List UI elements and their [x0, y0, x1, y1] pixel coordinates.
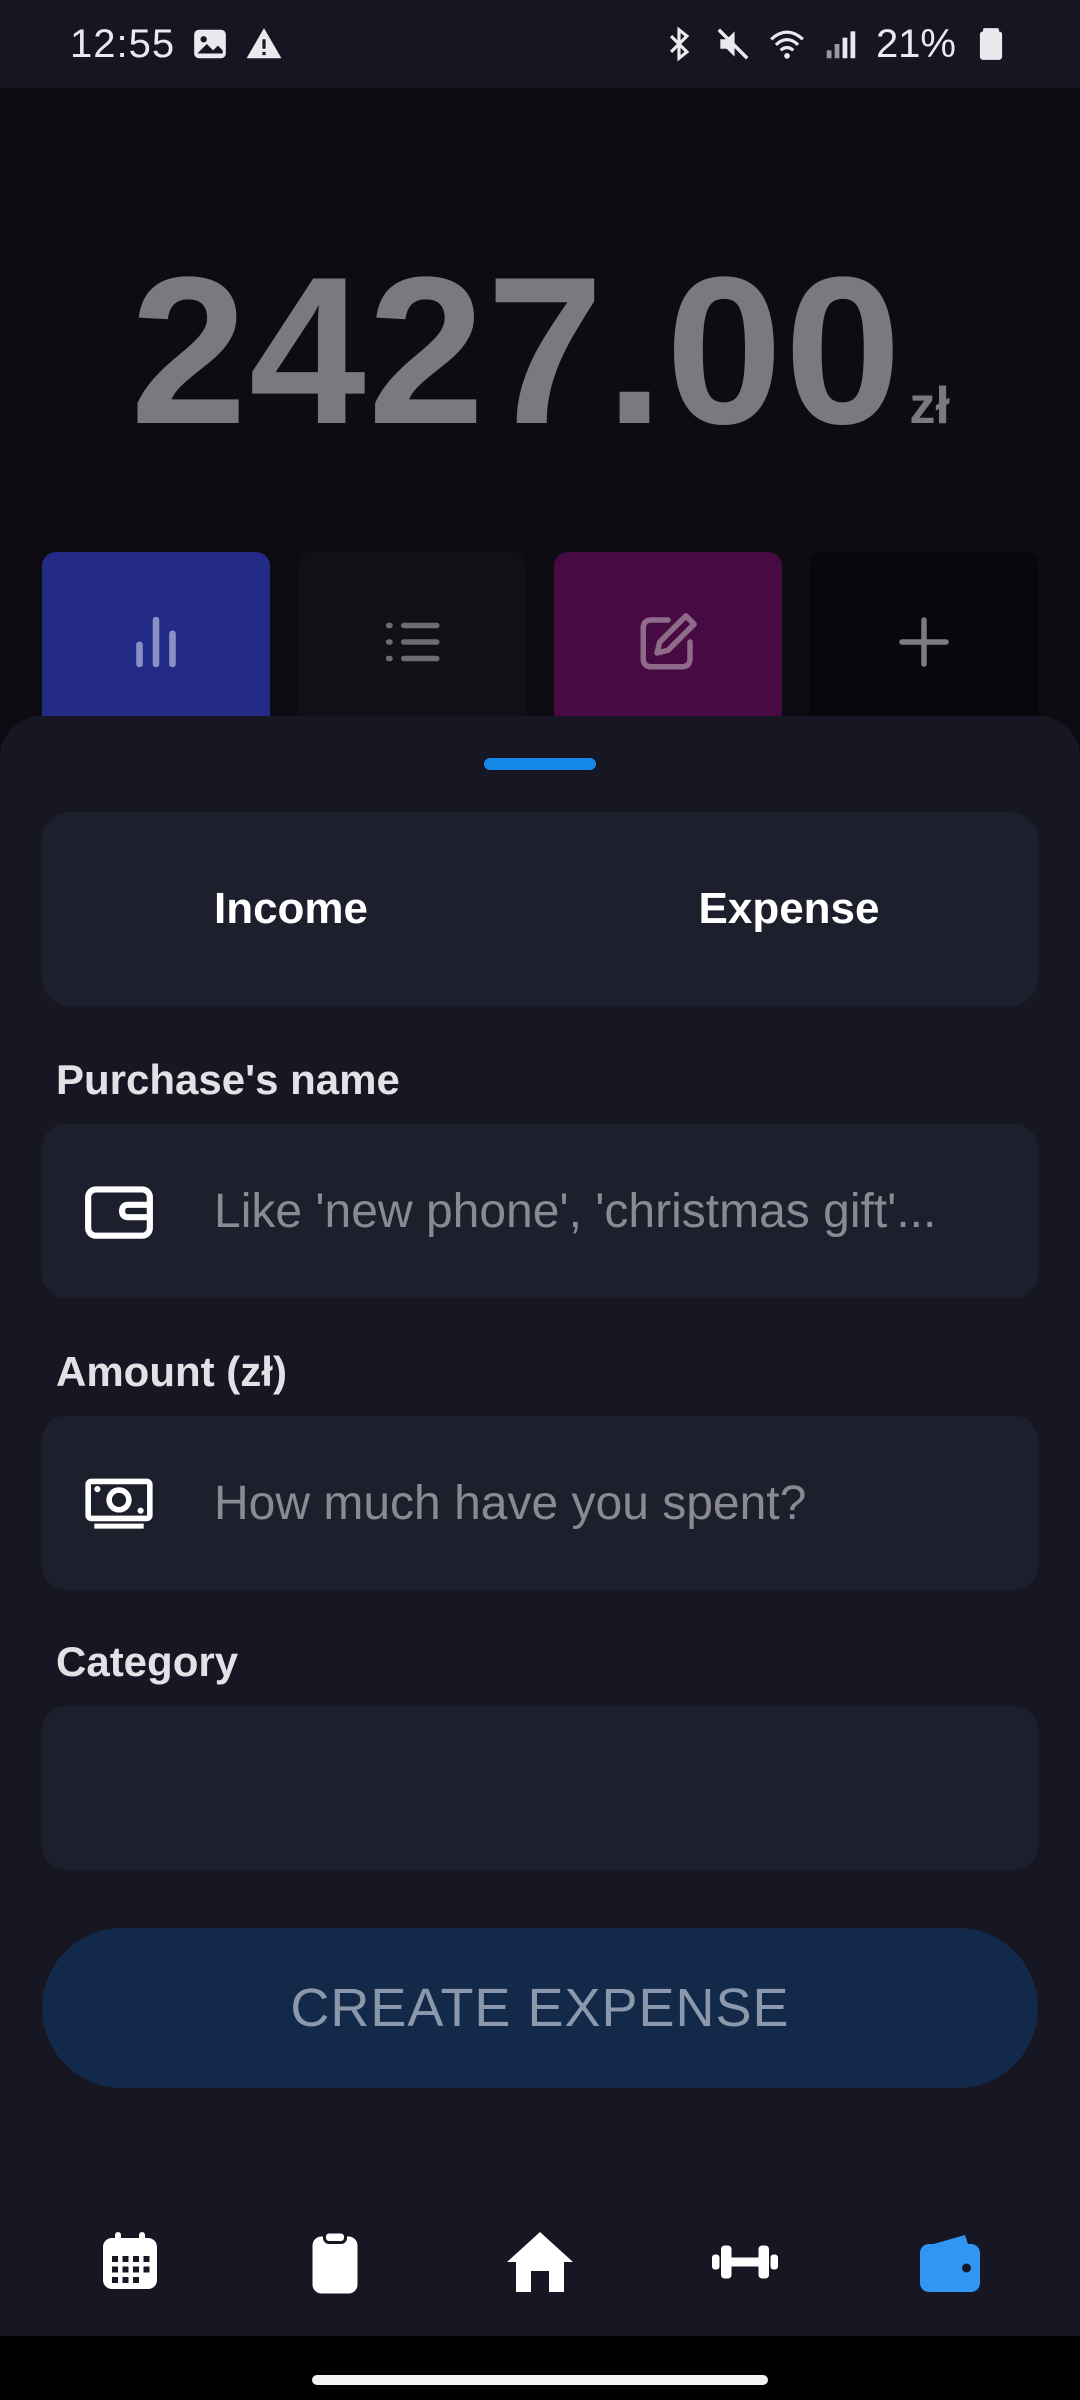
income-expense-toggle: Income Expense	[42, 812, 1038, 1006]
mute-icon	[717, 28, 749, 60]
action-tiles	[42, 552, 1038, 732]
status-time: 12:55	[70, 21, 176, 66]
bluetooth-icon	[669, 26, 690, 62]
list-icon	[385, 622, 440, 662]
amount-label: Amount (zł)	[56, 1348, 287, 1395]
amount-field[interactable]	[42, 1416, 1038, 1590]
bar-chart-icon	[136, 616, 176, 668]
home-gesture-bar[interactable]	[312, 2375, 768, 2385]
alert-icon	[246, 28, 282, 59]
battery-percent: 21%	[875, 21, 956, 66]
statistics-tile[interactable]	[42, 552, 270, 732]
create-expense-button[interactable]: CREATE EXPENSE	[42, 1928, 1038, 2088]
amount-input[interactable]	[214, 1475, 998, 1531]
status-bar: 12:55 21%	[0, 0, 1080, 88]
purchase-name-field[interactable]	[42, 1124, 1038, 1298]
balance-amount: 2427.00	[130, 233, 904, 468]
money-icon	[85, 1478, 153, 1529]
expense-tab[interactable]: Expense	[540, 812, 1038, 1006]
add-tile[interactable]	[810, 552, 1038, 732]
gallery-icon	[194, 29, 226, 59]
edit-tile[interactable]	[554, 552, 782, 732]
nav-wallet[interactable]	[890, 2202, 1010, 2322]
balance-display: 2427.00 zł	[0, 230, 1080, 472]
gesture-area	[0, 2336, 1080, 2400]
purchase-name-label: Purchase's name	[56, 1056, 400, 1103]
home-icon	[506, 2232, 573, 2292]
wifi-icon	[770, 30, 804, 59]
nav-calendar[interactable]	[70, 2202, 190, 2322]
clipboard-icon	[312, 2230, 358, 2294]
plus-icon	[899, 617, 949, 667]
status-right: 21%	[660, 22, 1010, 67]
edit-icon	[640, 613, 697, 670]
balance-currency: zł	[909, 377, 950, 435]
list-tile[interactable]	[298, 552, 526, 732]
status-left: 12:55	[70, 22, 283, 67]
wallet-outline-icon	[85, 1186, 153, 1239]
income-tab[interactable]: Income	[42, 812, 540, 1006]
purchase-name-input[interactable]	[214, 1183, 998, 1239]
dumbbell-icon	[711, 2245, 778, 2279]
bottom-navigation	[0, 2188, 1080, 2336]
category-label: Category	[56, 1638, 239, 1685]
sheet-handle[interactable]	[484, 758, 596, 770]
signal-icon	[826, 31, 856, 59]
category-selector[interactable]	[42, 1706, 1038, 1870]
bottom-sheet: Income Expense Purchase's name Amount (z…	[0, 716, 1080, 2400]
nav-workout[interactable]	[685, 2202, 805, 2322]
nav-home[interactable]	[480, 2202, 600, 2322]
wallet-icon	[919, 2235, 980, 2292]
nav-clipboard[interactable]	[275, 2202, 395, 2322]
calendar-icon	[103, 2232, 158, 2289]
battery-icon	[979, 28, 1003, 60]
